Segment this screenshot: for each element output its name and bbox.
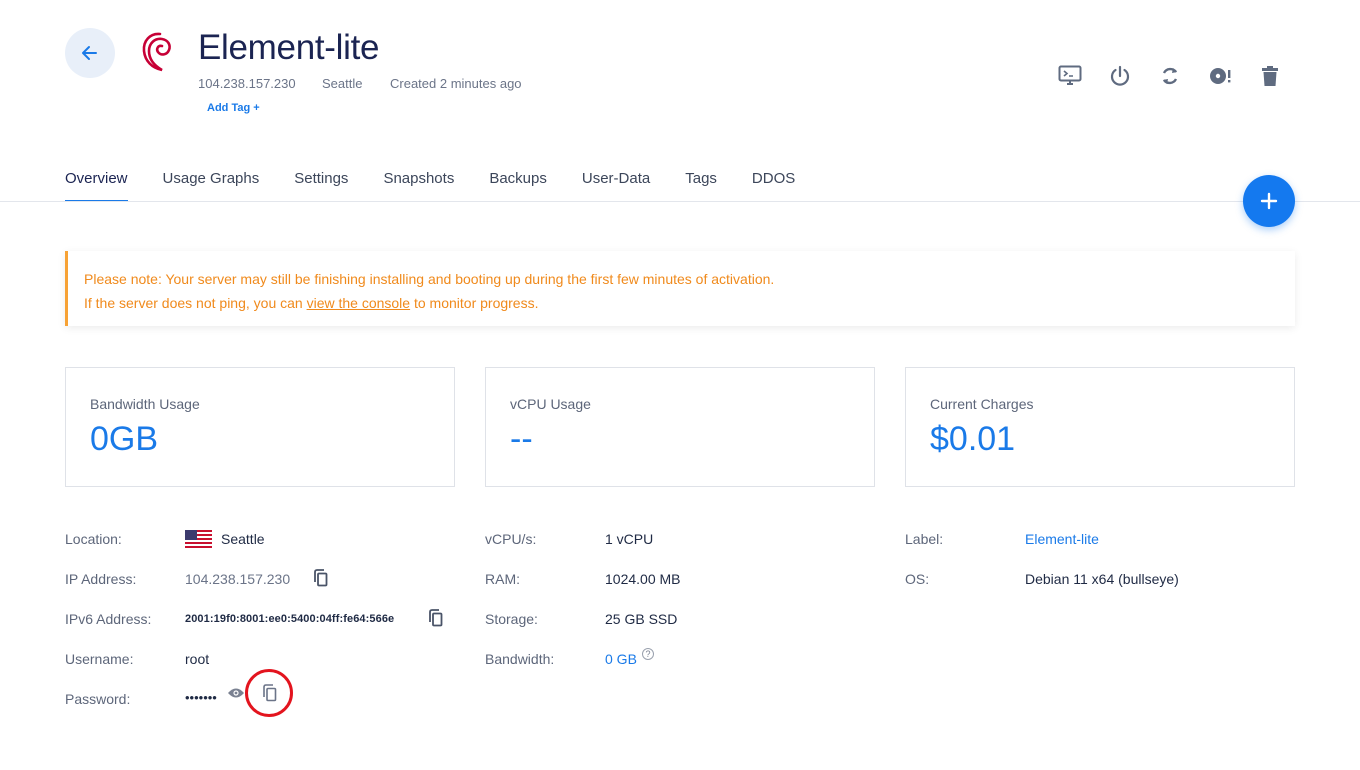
vcpu-usage-card: vCPU Usage --: [485, 367, 875, 487]
activation-notice: Please note: Your server may still be fi…: [65, 251, 1295, 326]
tab-backups[interactable]: Backups: [489, 160, 547, 201]
bandwidth-usage-card: Bandwidth Usage 0GB: [65, 367, 455, 487]
debian-logo: [138, 30, 178, 76]
current-charges-card: Current Charges $0.01: [905, 367, 1295, 487]
tab-settings[interactable]: Settings: [294, 160, 348, 201]
location-label: Location:: [65, 531, 122, 547]
card-value: 0GB: [90, 420, 159, 458]
ip-address-label: IP Address:: [65, 571, 137, 587]
tab-snapshots[interactable]: Snapshots: [383, 160, 454, 201]
os-label: OS:: [905, 571, 930, 587]
trash-icon[interactable]: [1258, 62, 1282, 90]
tabs-divider: [0, 201, 1360, 202]
label-label: Label:: [905, 531, 944, 547]
power-icon[interactable]: [1108, 62, 1132, 90]
tab-bar: Overview Usage Graphs Settings Snapshots…: [65, 160, 830, 202]
tab-user-data[interactable]: User-Data: [582, 160, 650, 201]
tab-overview[interactable]: Overview: [65, 160, 128, 202]
server-toolbar: [1058, 62, 1282, 90]
label-value[interactable]: Element-lite: [1025, 531, 1099, 547]
tab-ddos[interactable]: DDOS: [752, 160, 795, 201]
vcpu-value: 1 vCPU: [605, 531, 654, 547]
card-label: Bandwidth Usage: [90, 396, 200, 412]
console-icon[interactable]: [1058, 62, 1082, 90]
server-created: Created 2 minutes ago: [390, 76, 522, 91]
card-value: --: [510, 420, 533, 458]
notice-text-pre: If the server does not ping, you can: [84, 295, 307, 311]
copy-ip-icon[interactable]: [311, 568, 329, 588]
arrow-left-icon: [82, 46, 97, 60]
show-password-eye-icon[interactable]: [226, 686, 246, 700]
os-value: Debian 11 x64 (bullseye): [1025, 571, 1179, 587]
ram-label: RAM:: [485, 571, 520, 587]
back-button[interactable]: [65, 28, 115, 78]
card-label: Current Charges: [930, 396, 1034, 412]
server-location: Seattle: [322, 76, 363, 91]
bandwidth-label: Bandwidth:: [485, 651, 555, 667]
tab-tags[interactable]: Tags: [685, 160, 717, 201]
username-value: root: [185, 651, 210, 667]
location-value: Seattle: [221, 531, 265, 547]
ipv6-address-value: 2001:19f0:8001:ee0:5400:04ff:fe64:566e: [185, 613, 395, 625]
help-icon[interactable]: ?: [642, 648, 654, 660]
password-value: •••••••: [185, 690, 217, 705]
view-console-link[interactable]: view the console: [307, 295, 411, 311]
ram-value: 1024.00 MB: [605, 571, 681, 587]
ip-address-value: 104.238.157.230: [185, 571, 291, 587]
storage-label: Storage:: [485, 611, 538, 627]
ipv6-address-label: IPv6 Address:: [65, 611, 152, 627]
tab-usage-graphs[interactable]: Usage Graphs: [163, 160, 260, 201]
add-tag-link[interactable]: Add Tag +: [207, 102, 260, 114]
add-button[interactable]: [1243, 175, 1295, 227]
username-label: Username:: [65, 651, 134, 667]
server-title: Element-lite: [198, 28, 380, 67]
highlight-circle: [245, 669, 293, 717]
us-flag-icon: [185, 530, 212, 553]
password-label: Password:: [65, 691, 131, 707]
notice-line-2: If the server does not ping, you can vie…: [84, 291, 1279, 315]
notice-text-post: to monitor progress.: [410, 295, 539, 311]
restart-icon[interactable]: [1158, 62, 1182, 90]
vcpu-label: vCPU/s:: [485, 531, 537, 547]
notice-line-1: Please note: Your server may still be fi…: [84, 271, 775, 287]
plus-icon: [1260, 192, 1278, 210]
reinstall-icon[interactable]: [1208, 62, 1232, 90]
copy-ipv6-icon[interactable]: [426, 608, 444, 628]
bandwidth-value[interactable]: 0 GB: [605, 651, 637, 667]
card-value: $0.01: [930, 420, 1016, 458]
server-ip: 104.238.157.230: [198, 76, 296, 91]
storage-value: 25 GB SSD: [605, 611, 678, 627]
card-label: vCPU Usage: [510, 396, 591, 412]
